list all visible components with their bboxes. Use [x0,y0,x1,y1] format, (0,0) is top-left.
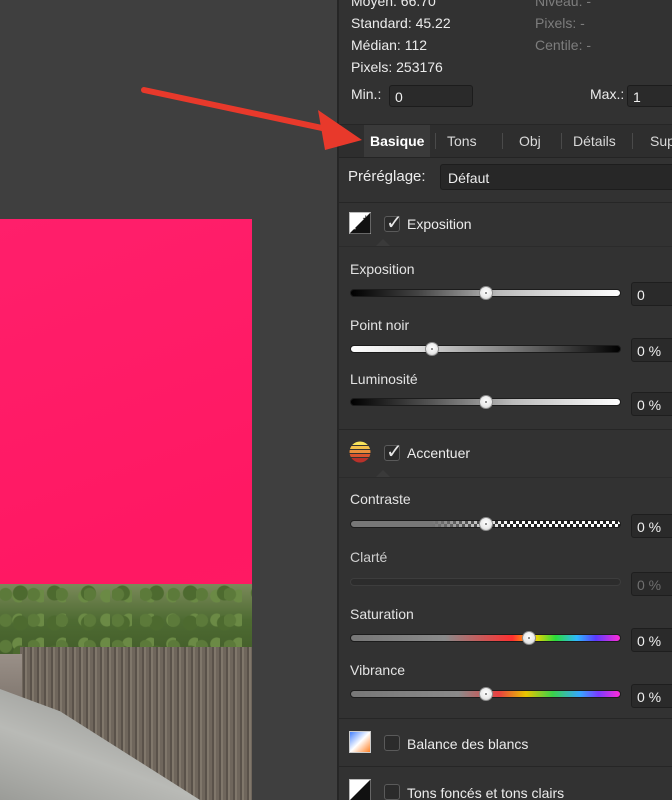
annotation-arrow-shaft [141,87,339,134]
annotation-arrow-head [318,110,362,150]
annotation-arrow-overlay [141,87,362,150]
